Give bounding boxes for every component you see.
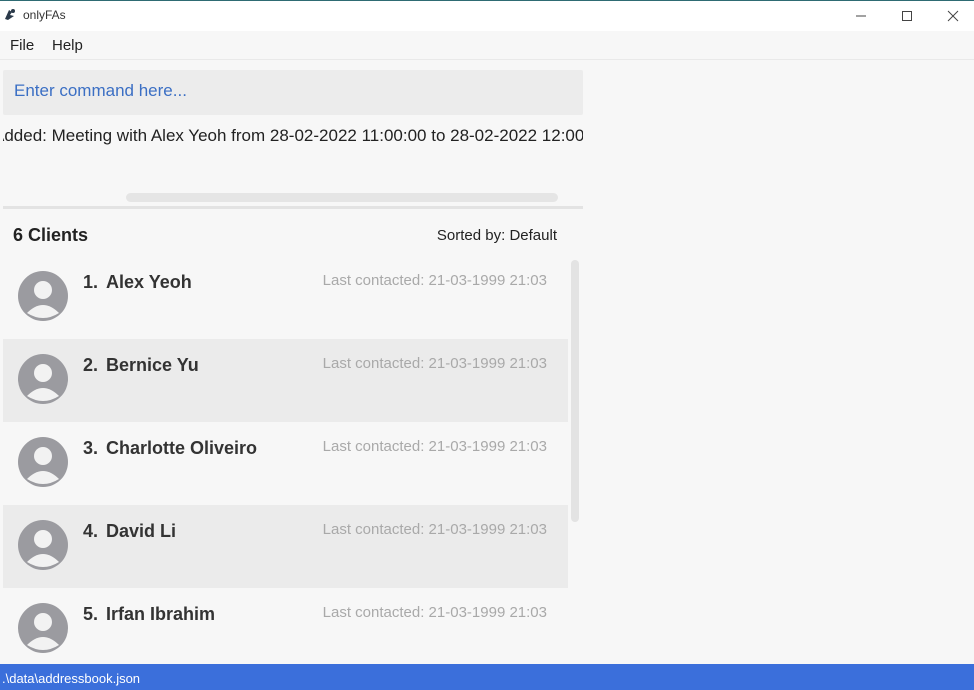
client-last-contacted: Last contacted: 21-03-1999 21:03 [322,521,547,538]
client-last-contacted: Last contacted: 21-03-1999 21:03 [322,355,547,372]
app-logo-icon [5,9,15,20]
user-avatar-icon [18,603,68,653]
main-panel: Added: Meeting with Alex Yeoh from 28-02… [3,60,583,664]
maximize-button[interactable] [884,0,930,31]
client-row[interactable]: 2. Bernice Yu Last contacted: 21-03-1999… [3,339,568,422]
client-last-contacted: Last contacted: 21-03-1999 21:03 [322,272,547,289]
client-name: Alex Yeoh [106,272,192,292]
user-avatar-icon [18,520,68,570]
close-button[interactable] [930,0,974,31]
client-index: 1. [83,272,99,292]
client-name: Charlotte Oliveiro [106,438,258,458]
title-bar-strip [0,0,974,1]
menu-bar: File Help [0,31,974,60]
save-location: .\data\addressbook.json [2,671,141,686]
client-index: 5. [83,604,99,624]
maximize-icon [902,10,912,21]
title-bar: onlyFAs [0,0,974,31]
client-index: 3. [83,438,99,458]
sorted-by-label: Sorted by: Default [436,227,557,244]
command-box[interactable] [3,70,583,115]
client-index: 4. [83,521,99,541]
command-input[interactable] [14,81,574,101]
window-title: onlyFAs [23,8,66,22]
result-display: Added: Meeting with Alex Yeoh from 28-02… [3,126,583,146]
client-row[interactable]: 3. Charlotte Oliveiro Last contacted: 21… [3,422,568,505]
client-count: 6 Clients [13,225,89,245]
user-avatar-icon [18,271,68,321]
divider [3,206,583,209]
client-list-scrollbar[interactable] [569,260,581,522]
minimize-button[interactable] [838,0,884,31]
client-name: Bernice Yu [106,355,199,375]
client-name: Irfan Ibrahim [106,604,216,624]
result-horizontal-scrollbar[interactable] [126,193,558,202]
close-icon [947,10,959,21]
client-list: 1. Alex Yeoh Last contacted: 21-03-1999 … [3,256,568,658]
client-row[interactable]: 1. Alex Yeoh Last contacted: 21-03-1999 … [3,256,568,339]
client-row[interactable]: 4. David Li Last contacted: 21-03-1999 2… [3,505,568,588]
menu-file[interactable]: File [10,37,34,54]
menu-help[interactable]: Help [52,37,83,54]
user-avatar-icon [18,354,68,404]
client-last-contacted: Last contacted: 21-03-1999 21:03 [322,604,547,621]
status-bar: .\data\addressbook.json [0,664,974,690]
minimize-icon [856,15,866,16]
user-avatar-icon [18,437,68,487]
client-list-scrollbar-thumb[interactable] [571,260,579,522]
client-row[interactable]: 5. Irfan Ibrahim Last contacted: 21-03-1… [3,588,568,658]
client-index: 2. [83,355,99,375]
client-name: David Li [106,521,177,541]
client-last-contacted: Last contacted: 21-03-1999 21:03 [322,438,547,455]
result-text: Added: Meeting with Alex Yeoh from 28-02… [3,126,583,145]
